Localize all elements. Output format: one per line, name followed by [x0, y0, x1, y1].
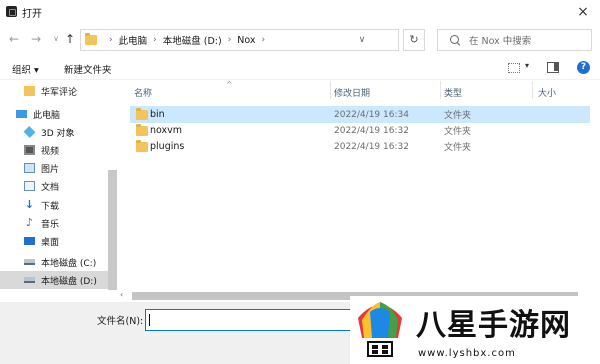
search-box[interactable]: 在 Nox 中搜索: [437, 29, 592, 51]
desktop-icon: [24, 237, 35, 245]
preview-pane-icon[interactable]: [547, 62, 559, 73]
new-folder-button[interactable]: 新建文件夹: [64, 62, 112, 76]
column-header-size[interactable]: 大小: [538, 86, 556, 99]
file-name: bin: [150, 109, 165, 120]
filename-label: 文件名(N):: [97, 316, 144, 327]
music-icon: ♪: [25, 216, 34, 229]
sidebar-item-label: 华军评论: [41, 87, 78, 98]
navigation-bar: ← → ∨ ↑ › 此电脑 › 本地磁盘 (D:) › Nox › ∨ ↻ 在 …: [0, 26, 600, 52]
file-type: 文件夹: [444, 143, 472, 153]
chevron-right-icon[interactable]: ›: [262, 35, 266, 45]
window-title: 打开: [22, 9, 42, 20]
view-dropdown-icon[interactable]: ▾: [525, 61, 529, 70]
watermark-title: 八星手游网: [416, 308, 571, 343]
scroll-left-icon[interactable]: ‹: [120, 290, 123, 299]
folder-icon: [136, 140, 148, 152]
file-name: noxvm: [150, 125, 183, 136]
search-input[interactable]: 在 Nox 中搜索: [469, 33, 531, 47]
cube-icon: [23, 126, 36, 138]
sidebar-item-documents[interactable]: 文档: [0, 177, 108, 195]
folder-icon: [24, 86, 35, 96]
sidebar-item-desktop[interactable]: 桌面: [0, 232, 108, 250]
file-date: 2022/4/19 16:34: [334, 109, 409, 120]
sidebar-item-label: 视频: [41, 146, 60, 157]
column-divider[interactable]: [532, 81, 533, 99]
sidebar-item-label: 本地磁盘 (C:): [41, 258, 97, 269]
picture-icon: [24, 163, 35, 173]
sidebar-item-music[interactable]: ♪ 音乐: [0, 214, 108, 232]
sort-ascending-icon: ^: [226, 80, 233, 89]
help-icon[interactable]: ?: [577, 61, 590, 74]
file-date: 2022/4/19 16:32: [334, 141, 409, 152]
sidebar-item-label: 本地磁盘 (D:): [41, 276, 97, 287]
folder-icon: [136, 108, 148, 120]
forward-arrow-icon[interactable]: →: [28, 30, 44, 48]
column-header-date[interactable]: 修改日期: [334, 86, 370, 99]
file-date: 2022/4/19 16:32: [334, 125, 409, 136]
download-icon: ↓: [24, 198, 35, 211]
sidebar-item-this-pc[interactable]: 此电脑: [0, 105, 108, 123]
document-icon: [24, 181, 35, 191]
watermark-logo: [358, 302, 402, 357]
app-icon: [6, 6, 17, 17]
address-dropdown-icon[interactable]: ∨: [354, 30, 370, 50]
chevron-right-icon: ›: [153, 35, 157, 45]
view-options-icon[interactable]: [508, 63, 520, 73]
sidebar-item-3d-objects[interactable]: 3D 对象: [0, 123, 108, 141]
title-bar: 打开 ×: [0, 0, 600, 24]
sidebar-item-label: 3D 对象: [41, 128, 75, 139]
breadcrumb-drive-d[interactable]: 本地磁盘 (D:): [163, 33, 222, 47]
column-divider[interactable]: [330, 81, 331, 99]
column-divider[interactable]: [440, 81, 441, 99]
file-name: plugins: [150, 141, 185, 152]
address-bar[interactable]: › 此电脑 › 本地磁盘 (D:) › Nox › ∨: [80, 29, 399, 51]
video-icon: [24, 145, 35, 155]
table-row[interactable]: plugins 2022/4/19 16:32 文件夹: [130, 138, 590, 155]
breadcrumb-this-pc[interactable]: 此电脑: [119, 33, 148, 47]
text-caret: [149, 314, 150, 326]
sidebar-item-label: 图片: [41, 164, 60, 175]
back-arrow-icon[interactable]: ←: [6, 30, 22, 48]
navigation-pane: 华军评论 此电脑 3D 对象 视频 图片 文档 ↓ 下载 ♪ 音乐 桌面 本地磁…: [0, 80, 118, 294]
folder-icon: [85, 33, 97, 45]
sidebar-item-videos[interactable]: 视频: [0, 141, 108, 159]
column-header-type[interactable]: 类型: [444, 86, 462, 99]
filename-field[interactable]: [145, 309, 361, 331]
sidebar-item-label: 桌面: [41, 237, 60, 248]
chevron-right-icon: ›: [109, 35, 113, 45]
close-button[interactable]: ×: [566, 0, 600, 24]
sidebar-scrollbar[interactable]: [108, 170, 117, 290]
sidebar-item-label: 下载: [41, 201, 60, 212]
up-arrow-icon[interactable]: ↑: [62, 30, 78, 48]
table-row[interactable]: noxvm 2022/4/19 16:32 文件夹: [130, 122, 590, 139]
sidebar-item-label: 音乐: [41, 219, 60, 230]
folder-icon: [136, 124, 148, 136]
organize-button[interactable]: 组织 ▾: [12, 62, 39, 76]
search-icon: [450, 34, 461, 46]
table-row[interactable]: bin 2022/4/19 16:34 文件夹: [130, 106, 590, 123]
command-toolbar: 组织 ▾ 新建文件夹 ▾ ?: [0, 56, 600, 80]
sidebar-item-drive-d[interactable]: 本地磁盘 (D:): [0, 271, 108, 289]
file-type: 文件夹: [444, 127, 472, 137]
sidebar-item-pictures[interactable]: 图片: [0, 159, 108, 177]
sidebar-item-label: 此电脑: [33, 110, 61, 121]
sidebar-item-label: 文档: [41, 182, 60, 193]
sidebar-item-huajun[interactable]: 华军评论: [0, 82, 108, 100]
sidebar-item-drive-c[interactable]: 本地磁盘 (C:): [0, 253, 108, 271]
refresh-button[interactable]: ↻: [403, 29, 425, 51]
sidebar-item-downloads[interactable]: ↓ 下载: [0, 196, 108, 214]
site-watermark: 八星手游网 www.lyshbx.com: [350, 296, 600, 364]
chevron-right-icon: ›: [227, 35, 232, 45]
file-type: 文件夹: [444, 111, 472, 121]
computer-icon: [16, 110, 27, 118]
file-list: ^ 名称 修改日期 类型 大小 bin 2022/4/19 16:34 文件夹 …: [118, 80, 600, 294]
watermark-url: www.lyshbx.com: [418, 348, 516, 359]
breadcrumb-nox[interactable]: Nox: [237, 35, 255, 46]
drive-icon: [24, 259, 35, 265]
column-header-name[interactable]: 名称: [134, 86, 152, 99]
drive-icon: [24, 277, 35, 283]
